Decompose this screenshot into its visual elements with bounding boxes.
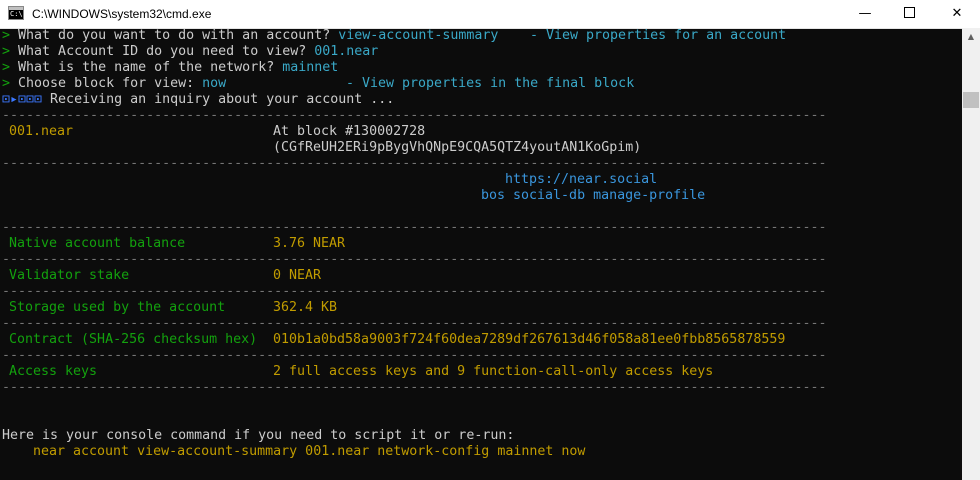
separator: ----------------------------------------… xyxy=(2,252,827,267)
block-label: At block #130002728 xyxy=(273,124,426,139)
prompt-line: > Choose block for view: now - View prope… xyxy=(2,76,635,91)
separator: ----------------------------------------… xyxy=(2,108,827,123)
maximize-button[interactable] xyxy=(886,0,932,28)
separator: ----------------------------------------… xyxy=(2,348,827,363)
cmd-app-icon[interactable]: C:\ xyxy=(8,6,24,20)
separator: ----------------------------------------… xyxy=(2,316,827,331)
footer-intro: Here is your console command if you need… xyxy=(2,428,515,443)
prompt-line: > What do you want to do with an account… xyxy=(2,28,787,43)
status-line: ⊡▸⊡⊡⊡ Receiving an inquiry about your ac… xyxy=(2,92,395,107)
profile-command: bos social-db manage-profile xyxy=(481,188,706,203)
separator: ----------------------------------------… xyxy=(2,220,827,235)
prompt-line: > What is the name of the network? mainn… xyxy=(2,60,339,75)
scroll-thumb[interactable] xyxy=(963,92,979,108)
vertical-scrollbar[interactable]: ▲ xyxy=(962,28,980,480)
profile-link[interactable]: https://near.social xyxy=(505,172,657,188)
cmd-window: C:\ C:\WINDOWS\system32\cmd.exe — ✕ > Wh… xyxy=(0,0,980,480)
spinner-icon: ⊡▸⊡⊡⊡ xyxy=(2,92,43,107)
window-title: C:\WINDOWS\system32\cmd.exe xyxy=(32,7,212,21)
console-output[interactable]: > What do you want to do with an account… xyxy=(2,28,962,480)
account-id: 001.near xyxy=(9,124,74,139)
title-bar[interactable]: C:\ C:\WINDOWS\system32\cmd.exe — ✕ xyxy=(0,0,980,29)
separator: ----------------------------------------… xyxy=(2,156,827,171)
block-hash: (CGfReUH2ERi9pBygVhQNpE9CQA5QTZ4youtAN1K… xyxy=(273,140,642,155)
separator: ----------------------------------------… xyxy=(2,380,827,395)
prompt-line: > What Account ID do you need to view? 0… xyxy=(2,44,379,59)
rerun-command: near account view-account-summary 001.ne… xyxy=(33,444,586,459)
maximize-icon xyxy=(903,7,915,18)
scroll-up-arrow-icon[interactable]: ▲ xyxy=(962,28,980,45)
separator: ----------------------------------------… xyxy=(2,284,827,299)
minimize-button[interactable]: — xyxy=(842,0,888,28)
close-button[interactable]: ✕ xyxy=(934,0,980,28)
